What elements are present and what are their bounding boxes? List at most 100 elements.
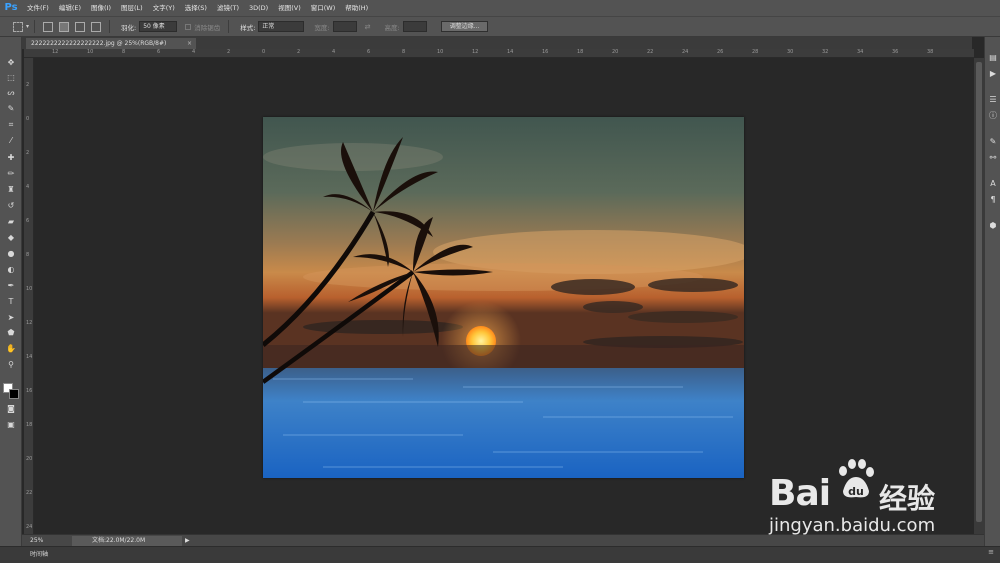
screen-mode-icon[interactable]: ▣ [5,419,17,431]
menu-edit[interactable]: 编辑(E) [54,0,86,16]
feather-label: 羽化: [121,23,137,32]
menu-view[interactable]: 视图(V) [273,0,306,16]
menu-layer[interactable]: 图层(L) [116,0,148,16]
document-image[interactable] [263,117,744,478]
adjustments-panel-icon[interactable]: ☰ [988,95,998,105]
menu-image[interactable]: 图像(I) [86,0,116,16]
3d-panel-icon[interactable]: ⬢ [988,221,998,231]
document-size-info[interactable]: 文档:22.0M/22.0M [72,535,182,546]
swap-icon[interactable]: ⇄ [365,23,371,31]
brush-icon[interactable]: ✏ [5,168,17,180]
ruler-tick: 14 [26,354,33,360]
vertical-scrollbar[interactable] [974,58,984,534]
subtract-selection-icon[interactable] [75,21,86,32]
ruler-tick: 26 [717,49,724,55]
history-panel-icon[interactable]: ▤ [988,53,998,63]
character-panel-icon[interactable]: A [988,179,998,189]
sunset-palm-photo [263,117,744,478]
blur-icon[interactable]: ● [5,248,17,260]
status-menu-arrow-icon[interactable]: ▶ [185,537,190,544]
ruler-tick: 20 [26,456,33,462]
zoom-level[interactable]: 25% [22,537,52,544]
eraser-icon[interactable]: ▰ [5,216,17,228]
marquee-icon[interactable]: ⬚ [5,72,17,84]
pen-icon[interactable]: ✒ [5,280,17,292]
menu-help[interactable]: 帮助(H) [340,0,373,16]
history-brush-icon[interactable]: ↺ [5,200,17,212]
background-color-swatch[interactable] [9,389,19,399]
watermark-url: jingyan.baidu.com [769,515,936,536]
type-icon[interactable]: T [5,296,17,308]
menu-window[interactable]: 窗口(W) [306,0,341,16]
document-tab[interactable]: 2222222222222222222.jpg @ 25%(RGB/8#) × [26,38,196,49]
options-bar: ▾ 羽化: 50 像素 消除锯齿 样式: 正常 宽度: ⇄ 高度: 调整边缘..… [0,16,1000,37]
hand-icon[interactable]: ✋ [5,343,17,355]
info-panel-icon[interactable]: ⓘ [988,111,998,121]
ruler-tick: 4 [332,49,336,55]
refine-edge-button[interactable]: 调整边缘... [440,21,489,32]
menu-file[interactable]: 文件(F) [22,0,54,16]
brush-presets-icon[interactable]: ✎ [988,137,998,147]
preset-dropdown-icon[interactable]: ▾ [26,23,29,30]
crop-icon[interactable]: ⌗ [5,119,17,131]
width-input[interactable] [332,21,357,32]
zoom-icon[interactable]: ⚲ [5,359,17,371]
close-icon[interactable]: × [187,38,192,49]
panel-dock: ▤ ▶ ☰ ⓘ ✎ ⚯ A ¶ ⬢ [984,37,1000,547]
clone-stamp-icon[interactable]: ♜ [5,184,17,196]
panel-menu-icon[interactable]: ≡ [988,548,994,556]
healing-brush-icon[interactable]: ✚ [5,152,17,164]
dodge-icon[interactable]: ◐ [5,264,17,276]
eyedropper-icon[interactable]: ⁄ [5,135,17,147]
ruler-tick: 24 [682,49,689,55]
menu-3d[interactable]: 3D(D) [244,0,273,16]
ruler-tick: 14 [507,49,514,55]
ruler-tick: 6 [157,49,161,55]
baidu-jingyan-watermark: Bai du 经验 jingyan.baidu.com [765,455,965,545]
paragraph-panel-icon[interactable]: ¶ [988,195,998,205]
height-label: 高度: [384,23,400,32]
divider [34,20,36,33]
move-icon[interactable]: ✥ [5,57,17,69]
baidu-paw-logo: du [839,459,874,498]
intersect-selection-icon[interactable] [91,21,102,32]
ruler-tick: 18 [577,49,584,55]
timeline-tab[interactable]: 时间轴 [30,549,48,558]
scrollbar-thumb[interactable] [976,62,982,522]
paint-bucket-icon[interactable]: ◆ [5,232,17,244]
quick-select-icon[interactable]: ✎ [5,103,17,115]
menu-filter[interactable]: 滤镜(T) [212,0,244,16]
vertical-ruler: 2 0 2 4 6 8 10 12 14 16 18 20 22 24 [24,58,34,534]
quick-mask-icon[interactable]: ◙ [5,403,17,415]
horizontal-ruler: 12 10 8 6 4 2 0 2 4 6 8 10 12 14 16 18 20 22 24 26 28 30 32 34 3… [24,49,974,58]
antialias-label: 消除锯齿 [194,23,221,32]
photoshop-logo: Ps [4,2,18,13]
ruler-tick: 0 [262,49,266,55]
menu-bar: Ps 文件(F) 编辑(E) 图像(I) 图层(L) 文字(Y) 选择(S) 滤… [0,0,1000,16]
lasso-icon[interactable]: ᔕ [5,87,17,99]
add-selection-icon[interactable] [59,21,70,32]
menu-select[interactable]: 选择(S) [180,0,212,16]
ruler-tick: 16 [542,49,549,55]
path-select-icon[interactable]: ➤ [5,312,17,324]
style-select[interactable]: 正常 [258,21,305,32]
rect-marquee-preset-icon[interactable] [13,21,23,32]
actions-panel-icon[interactable]: ▶ [988,69,998,79]
feather-input[interactable]: 50 像素 [139,21,178,32]
ruler-tick: 6 [26,218,30,224]
watermark-brand: Bai [769,473,831,514]
shape-icon[interactable]: ⬟ [5,327,17,339]
watermark-du: du [848,485,864,498]
ruler-tick: 28 [752,49,759,55]
antialias-checkbox[interactable] [185,23,192,30]
new-selection-icon[interactable] [43,21,54,32]
divider [228,20,230,33]
menu-type[interactable]: 文字(Y) [148,0,180,16]
clone-source-icon[interactable]: ⚯ [988,153,998,163]
watermark-chinese: 经验 [879,482,936,515]
ruler-tick: 22 [647,49,654,55]
width-label: 宽度: [314,23,330,32]
ruler-tick: 16 [26,388,33,394]
height-input[interactable] [402,21,427,32]
ruler-tick: 10 [437,49,444,55]
